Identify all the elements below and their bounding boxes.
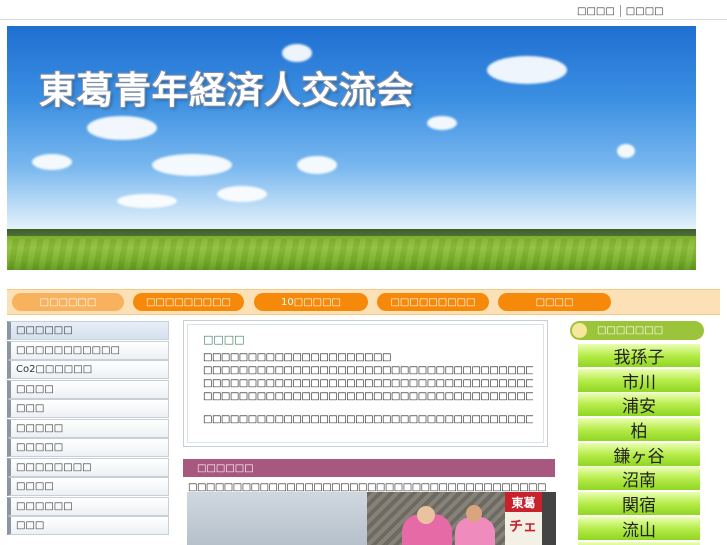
top-link-1[interactable]: □□□□ — [577, 6, 615, 17]
sidebar-item[interactable]: □□□□□ — [7, 438, 169, 457]
cloud — [297, 156, 337, 174]
photo-sign-text: チェ — [509, 519, 537, 535]
sidebar-item[interactable]: Co2□□□□□□ — [7, 360, 169, 379]
sidebar-item[interactable]: □□□□□□ — [7, 496, 169, 516]
area-button[interactable]: 鎌ヶ谷 — [578, 442, 700, 467]
area-button[interactable]: 我孫子 — [578, 344, 700, 368]
sidebar-menu: □□□□□□ □□□□□□□□□□□ Co2□□□□□□ □□□□ □□□ □□… — [7, 321, 169, 536]
site-title: 東葛青年経済人交流会 — [39, 69, 414, 112]
cloud — [217, 186, 267, 202]
photo-sign: 東葛 チェ — [505, 492, 542, 545]
info-line: □□□□□□□□□□□□□□□□□□□□□ — [203, 352, 391, 363]
section-heading: □□□□□□ — [183, 459, 555, 477]
sidebar-item[interactable]: □□□□□□□□ — [7, 457, 169, 477]
photo-sky — [187, 492, 367, 545]
nav-tab-3[interactable]: 10□□□□□ — [254, 293, 368, 311]
top-link-separator — [619, 5, 621, 17]
page: □□□□ □□□□ 東葛青年経済人交流会 □□□□□□ □□□□□□□□□ 10… — [0, 0, 727, 545]
area-list: 我孫子 市川 浦安 柏 鎌ヶ谷 沼南 関宿 流山 野田 — [578, 344, 700, 545]
info-heading: □□□□ — [203, 333, 245, 346]
area-panel-heading: □□□□□□□ — [570, 321, 704, 340]
area-button[interactable]: 浦安 — [578, 393, 700, 417]
sidebar-item[interactable]: □□□□ — [7, 379, 169, 399]
area-panel-title: □□□□□□□ — [597, 325, 664, 336]
area-button[interactable]: 柏 — [578, 418, 700, 442]
info-line: □□□□□□□□□□□□□□□□□□□□□□□□□□□□□□□□□□□□□□□□… — [203, 391, 533, 402]
photo-sign-top: 東葛 — [505, 492, 542, 512]
area-button[interactable]: 市川 — [578, 368, 700, 393]
sidebar-item[interactable]: □□□□□□□□□□□ — [7, 340, 169, 360]
cloud — [32, 154, 72, 170]
cloud — [427, 116, 457, 130]
top-links: □□□□ □□□□ — [577, 4, 664, 18]
nav-tab-2[interactable]: □□□□□□□□□ — [133, 293, 244, 311]
sidebar-item[interactable]: □□□□□ — [7, 418, 169, 438]
cloud — [152, 154, 232, 176]
cloud — [117, 194, 177, 208]
top-link-2[interactable]: □□□□ — [626, 6, 664, 17]
grass-texture — [7, 239, 696, 270]
sidebar-item[interactable]: □□□□ — [7, 477, 169, 496]
header-divider — [0, 19, 727, 20]
circle-icon — [572, 323, 587, 338]
cloud — [487, 56, 567, 84]
sidebar-item[interactable]: □□□ — [7, 516, 169, 535]
info-line: □□□□□□□□□□□□□□□□□□□□□□□□□□□□□□□□□□□□□□□□… — [203, 365, 533, 376]
nav-tab-4[interactable]: □□□□□□□□□ — [377, 293, 489, 311]
event-photo: 東葛 チェ — [187, 492, 556, 545]
area-button[interactable]: 流山 — [578, 516, 700, 541]
cloud — [87, 116, 157, 140]
photo-post — [542, 492, 556, 545]
sidebar-item[interactable]: □□□ — [7, 399, 169, 418]
area-button[interactable]: 沼南 — [578, 467, 700, 491]
info-box: □□□□ □□□□□□□□□□□□□□□□□□□□□ □□□□□□□□□□□□□… — [183, 320, 548, 447]
photo-person-head — [466, 505, 482, 522]
info-line: □□□□□□□□□□□□□□□□□□□□□□□□□□□□□□□□□□□□□□□□… — [203, 378, 533, 389]
area-button[interactable]: 関宿 — [578, 492, 700, 516]
area-button[interactable]: 野田 — [578, 541, 700, 545]
nav-tab-5[interactable]: □□□□ — [498, 293, 611, 311]
cloud — [617, 144, 635, 158]
hero-banner: 東葛青年経済人交流会 — [7, 26, 696, 270]
info-line: □□□□□□□□□□□□□□□□□□□□□□□□□□□□□□□□□□□□□□□□… — [203, 414, 533, 425]
sidebar-item[interactable]: □□□□□□ — [7, 321, 169, 340]
global-nav: □□□□□□ □□□□□□□□□ 10□□□□□ □□□□□□□□□ □□□□ — [7, 289, 720, 315]
photo-person-head — [417, 506, 435, 524]
nav-tab-1[interactable]: □□□□□□ — [12, 293, 124, 311]
